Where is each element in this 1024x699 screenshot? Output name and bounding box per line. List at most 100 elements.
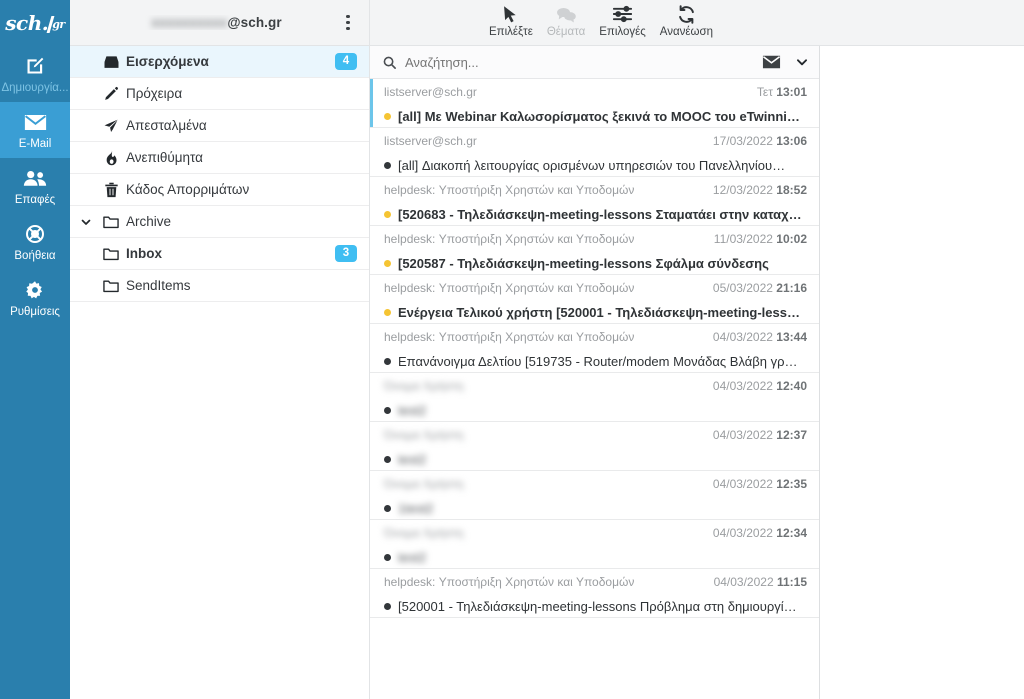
chevron-down-icon[interactable] [795, 55, 809, 69]
rail-item-label: Δημιουργία... [1, 82, 68, 95]
message-date-time: 18:52 [776, 183, 807, 197]
message-date: 12/03/2022 18:52 [713, 183, 807, 197]
message-subject: [all] Διακοπή λειτουργίας ορισμένων υπηρ… [398, 158, 807, 173]
message-row[interactable]: listserver@sch.gr Τετ 13:01 [all] Με Webin… [370, 79, 819, 128]
kebab-menu-icon[interactable] [337, 8, 359, 38]
toolbar-button-label: Επιλογές [599, 26, 646, 38]
message-sender: Όνομα Χρήστη [384, 428, 703, 442]
toolbar-button-refresh[interactable]: Ανανέωση [653, 0, 720, 38]
message-meta: Όνομα Χρήστη 04/03/2022 12:35 [384, 477, 807, 495]
message-date: 04/03/2022 13:44 [713, 330, 807, 344]
rail-item-envelope[interactable]: E-Mail [0, 102, 70, 158]
message-sender: listserver@sch.gr [384, 85, 747, 99]
search-icon [382, 55, 397, 70]
message-date: 17/03/2022 13:06 [713, 134, 807, 148]
account-email: xxxxxxxxxx@sch.gr [82, 15, 337, 30]
unread-dot-icon[interactable] [384, 113, 391, 120]
logo-text: sch.gr [5, 13, 64, 33]
message-row[interactable]: helpdesk: Υποστήριξη Χρηστών και Υποδομώ… [370, 226, 819, 275]
message-row[interactable]: helpdesk: Υποστήριξη Χρηστών και Υποδομώ… [370, 177, 819, 226]
folder-item--[interactable]: Ανεπιθύμητα [70, 142, 369, 174]
message-row[interactable]: helpdesk: Υποστήριξη Χρηστών και Υποδομώ… [370, 324, 819, 373]
message-date-time: 12:35 [776, 477, 807, 491]
speech-bubbles-icon [556, 3, 577, 25]
folder-item-label: Εισερχόμενα [126, 54, 335, 69]
rail-item-lifebuoy[interactable]: Βοήθεια [0, 214, 70, 270]
message-subject: test2 [398, 452, 807, 467]
panes: listserver@sch.gr Τετ 13:01 [all] Με Webin… [370, 46, 1024, 699]
envelope-icon [24, 111, 47, 133]
message-date-prefix: 04/03/2022 [713, 477, 776, 491]
folder-item-archive[interactable]: Archive [70, 206, 369, 238]
message-row[interactable]: Όνομα Χρήστη04/03/2022 12:37test2 [370, 422, 819, 471]
message-row[interactable]: helpdesk: Υποστήριξη Χρηστών και Υποδομώ… [370, 275, 819, 324]
read-dot-icon[interactable] [384, 456, 391, 463]
message-subject-line: [all] Διακοπή λειτουργίας ορισμένων υπηρ… [384, 155, 807, 175]
account-domain: @sch.gr [227, 15, 281, 30]
rail-item-contacts[interactable]: Επαφές [0, 158, 70, 214]
folder-item-senditems[interactable]: SendItems [70, 270, 369, 302]
message-row[interactable]: Όνομα Χρήστη 04/03/2022 12:35 1test2 [370, 471, 819, 520]
message-subject: 1test2 [398, 501, 807, 516]
message-meta: listserver@sch.gr 17/03/2022 13:06 [384, 134, 807, 152]
envelope-filter-icon[interactable] [762, 55, 781, 69]
sch-gr-logo[interactable]: sch.gr [0, 0, 70, 46]
cursor-pointer-icon [502, 3, 519, 25]
folder-item--[interactable]: Πρόχειρα [70, 78, 369, 110]
read-dot-icon[interactable] [384, 603, 391, 610]
read-dot-icon[interactable] [384, 162, 391, 169]
message-date-time: 12:37 [776, 428, 807, 442]
read-dot-icon[interactable] [384, 407, 391, 414]
message-row[interactable]: Όνομα Χρήστη04/03/2022 12:40test2 [370, 373, 819, 422]
message-sender: helpdesk: Υποστήριξη Χρηστών και Υποδομώ… [384, 281, 703, 295]
message-subject-line: [520683 - Τηλεδιάσκεψη-meeting-lessons Σ… [384, 204, 807, 224]
rail-item-gear[interactable]: Ρυθμίσεις [0, 270, 70, 326]
toolbar-button-label: Επιλέξτε [489, 26, 533, 38]
folder-item-inbox[interactable]: Inbox3 [70, 238, 369, 270]
refresh-icon [677, 3, 696, 25]
message-date-prefix: Τετ [757, 85, 776, 99]
message-date-time: 12:40 [776, 379, 807, 393]
folder-item--[interactable]: Κάδος Απορριμάτων [70, 174, 369, 206]
message-row[interactable]: Όνομα Χρήστη04/03/2022 12:34test2 [370, 520, 819, 569]
read-dot-icon[interactable] [384, 505, 391, 512]
folder-icon [96, 215, 126, 229]
message-row[interactable]: listserver@sch.gr 17/03/2022 13:06 [all] Δ… [370, 128, 819, 177]
folder-item-label: Απεσταλμένα [126, 118, 357, 133]
message-subject-line: [all] Με Webinar Καλωσορίσματος ξεκινά τ… [384, 106, 807, 126]
toolbar-button-sliders[interactable]: Επιλογές [592, 0, 653, 38]
pencil-icon [96, 86, 126, 102]
folder-item--[interactable]: Απεσταλμένα [70, 110, 369, 142]
message-row[interactable]: helpdesk: Υποστήριξη Χρηστών και Υποδομώ… [370, 569, 819, 618]
message-meta: helpdesk: Υποστήριξη Χρηστών και Υποδομώ… [384, 232, 807, 250]
unread-dot-icon[interactable] [384, 211, 391, 218]
unread-dot-icon[interactable] [384, 260, 391, 267]
message-subject-line: [520001 - Τηλεδιάσκεψη-meeting-lessons Π… [384, 596, 807, 616]
read-dot-icon[interactable] [384, 554, 391, 561]
message-sender: Όνομα Χρήστη [384, 477, 703, 491]
rail-item-label: Ρυθμίσεις [10, 306, 60, 319]
message-meta: listserver@sch.gr Τετ 13:01 [384, 85, 807, 103]
message-date: 04/03/2022 12:35 [713, 477, 807, 491]
message-meta: helpdesk: Υποστήριξη Χρηστών και Υποδομώ… [384, 575, 807, 593]
toolbar-button-cursor-pointer[interactable]: Επιλέξτε [482, 0, 540, 38]
message-date: 04/03/2022 11:15 [714, 575, 807, 589]
message-date: Τετ 13:01 [757, 85, 807, 99]
unread-dot-icon[interactable] [384, 309, 391, 316]
message-subject: [520587 - Τηλεδιάσκεψη-meeting-lessons Σ… [398, 256, 807, 271]
folder-item-label: SendItems [126, 278, 357, 293]
chevron-down-icon[interactable] [76, 216, 96, 228]
message-meta: helpdesk: Υποστήριξη Χρηστών και Υποδομώ… [384, 281, 807, 299]
message-date: 05/03/2022 21:16 [713, 281, 807, 295]
webmail-app: sch.gr Δημιουργία... E-MailΕπαφέςΒοήθεια Ρ… [0, 0, 1024, 699]
read-dot-icon[interactable] [384, 358, 391, 365]
folder-item-label: Archive [126, 214, 357, 229]
message-subject-line: test2 [384, 400, 807, 420]
folder-item--[interactable]: Εισερχόμενα4 [70, 46, 369, 78]
search-input[interactable] [405, 55, 754, 70]
message-meta: Όνομα Χρήστη04/03/2022 12:34 [384, 526, 807, 544]
message-sender: listserver@sch.gr [384, 134, 703, 148]
message-subject: [520683 - Τηλεδιάσκεψη-meeting-lessons Σ… [398, 207, 807, 222]
rail-item-compose[interactable]: Δημιουργία... [0, 46, 70, 102]
folder-item-label: Κάδος Απορριμάτων [126, 182, 357, 197]
